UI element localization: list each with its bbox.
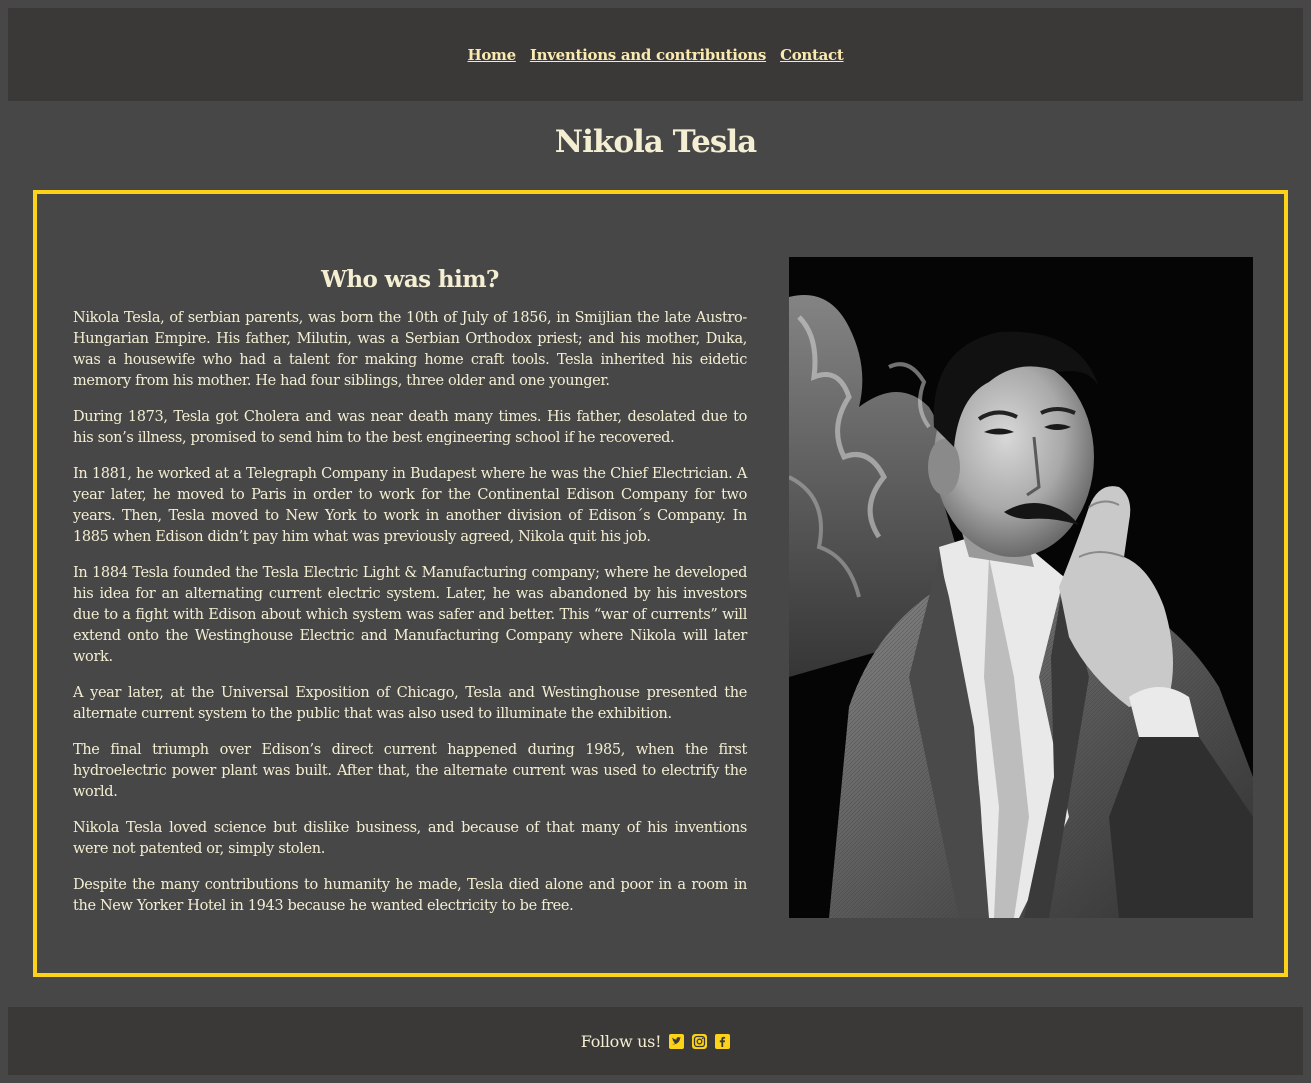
- bio-paragraph: Nikola Tesla loved science but dislike b…: [73, 820, 747, 857]
- nav-link-home[interactable]: Home: [467, 46, 516, 64]
- bio-paragraph: Despite the many contributions to humani…: [73, 877, 747, 914]
- nav-link-inventions[interactable]: Inventions and contributions: [530, 46, 766, 64]
- nav-link-contact[interactable]: Contact: [780, 46, 844, 64]
- main-nav: Home Inventions and contributions Contac…: [8, 8, 1303, 101]
- site-footer: Follow us!: [8, 1007, 1303, 1075]
- bio-paragraph: A year later, at the Universal Expositio…: [73, 685, 747, 722]
- bio-paragraph: In 1884 Tesla founded the Tesla Electric…: [73, 565, 747, 665]
- follow-us-label: Follow us!: [580, 1031, 662, 1051]
- facebook-icon[interactable]: [715, 1033, 731, 1049]
- bio-paragraph: Nikola Tesla, of serbian parents, was bo…: [73, 310, 747, 389]
- tesla-portrait-photo: [789, 257, 1253, 918]
- bio-section: Who was him? Nikola Tesla, of serbian pa…: [33, 190, 1288, 977]
- bio-paragraph: During 1873, Tesla got Cholera and was n…: [73, 409, 747, 446]
- bio-paragraph: In 1881, he worked at a Telegraph Compan…: [73, 466, 747, 545]
- bio-text-column: Who was him? Nikola Tesla, of serbian pa…: [73, 266, 747, 932]
- bio-heading: Who was him?: [321, 266, 499, 293]
- page-title: Nikola Tesla: [554, 124, 757, 160]
- twitter-icon[interactable]: [669, 1033, 685, 1049]
- instagram-icon[interactable]: [692, 1033, 708, 1049]
- bio-paragraph: The final triumph over Edison’s direct c…: [73, 742, 747, 800]
